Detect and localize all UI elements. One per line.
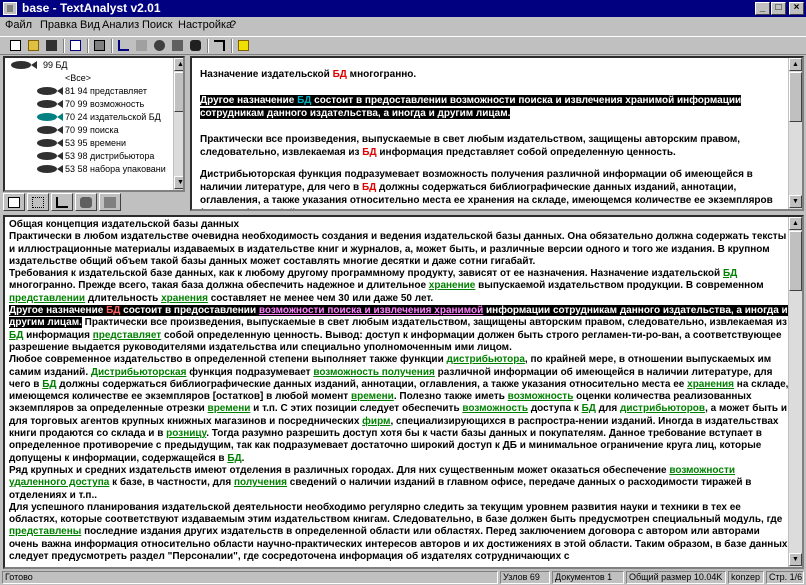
status-page: Стр. 1/6 [766,571,804,584]
scroll-down-button[interactable]: ▼ [789,553,802,566]
copy-icon[interactable] [68,38,83,53]
summary-paragraph: Практически все произведения, выпускаемы… [200,134,741,158]
tree-item-label: 70 99 возможность [65,99,145,109]
keyword-bd: БД [297,95,312,106]
fish-icon [37,152,63,160]
status-bar: Готово Узлов 69 Документов 1 Общий разме… [0,570,806,585]
scroll-up-button[interactable]: ▲ [789,58,802,71]
app-icon[interactable] [3,2,17,15]
toolbar-separator [111,39,113,53]
binoculars-icon [80,197,92,208]
menu-bar: Файл Правка Вид Анализ Поиск Настройка ? [0,17,806,36]
scroll-up-button[interactable]: ▲ [174,58,183,71]
tab-network[interactable] [27,193,49,211]
doc-paragraph: Для успешного планирования издательской … [9,501,788,563]
summary-vertical-scrollbar[interactable]: ▲ ▼ [788,58,802,209]
status-size: Общий размер 10.04K [626,571,726,584]
tree-item-label: 53 58 набора упаковани [65,164,166,174]
scroll-down-button[interactable]: ▼ [174,176,183,189]
doc-heading: Общая концепция издательской базы данных [9,219,240,230]
doc-paragraph: Практически в любом издательстве очевидн… [9,231,787,267]
analyze-icon[interactable] [170,38,185,53]
fish-icon [37,139,63,147]
tree-item-label: <Все> [65,73,92,83]
tree-item-label: 81 94 представляет [65,86,148,96]
document-text: Общая концепция издательской базы данных… [9,219,790,563]
keyword-bd: БД [332,69,347,80]
network-icon [32,197,44,208]
keyword-bd: БД [361,182,377,193]
new-icon[interactable] [8,38,23,53]
tree-item-label: 70 99 поиска [65,125,119,135]
summary-pane[interactable]: Назначение издательской БД многогранно. … [190,56,804,211]
close-button[interactable]: × [789,2,804,15]
tree-vertical-scrollbar[interactable]: ▲ ▼ [173,58,183,190]
minimize-button[interactable]: _ [755,2,770,15]
tab-docs[interactable] [3,193,25,211]
toolbar-separator [87,39,89,53]
menu-help[interactable]: ? [230,18,236,32]
tree-icon [56,197,68,208]
search-icon[interactable] [152,38,167,53]
tree-item-label: 70 24 издательской БД [65,112,161,122]
doc-paragraph: Другое назначение БД состоит в предостав… [9,305,788,353]
help-icon[interactable] [236,38,251,53]
fish-icon [37,87,63,95]
tree-item-label: 53 95 времени [65,138,127,148]
binoculars-icon[interactable] [188,38,203,53]
tree-root-label: 99 БД [43,60,68,70]
fish-icon [37,113,63,121]
menu-edit[interactable]: Правка [40,18,77,32]
summary-paragraph: Назначение издательской БД многогранно. [200,69,417,80]
document-text-pane[interactable]: Общая концепция издательской базы данных… [3,215,804,569]
tab-summary[interactable] [99,193,121,211]
semantic-tree-pane[interactable]: 99 БД <Все> 81 94 представляет 70 99 воз… [3,56,185,192]
summary-paragraph-selected: Другое назначение БД состоит в предостав… [200,95,742,119]
status-user: konzep [728,571,764,584]
scroll-thumb[interactable] [789,231,802,291]
keyword-bd: БД [362,147,377,158]
toolbar-separator [207,39,209,53]
fish-icon [11,61,37,69]
filter-icon[interactable] [134,38,149,53]
tree-icon[interactable] [116,38,131,53]
status-ready: Готово [2,571,498,584]
open-icon[interactable] [26,38,41,53]
menu-view[interactable]: Вид [80,18,100,32]
print-icon[interactable] [92,38,107,53]
main-window: base - TextAnalyst v2.01 _ □ × Файл Прав… [0,0,806,585]
menu-search[interactable]: Поиск [142,18,172,32]
document-vertical-scrollbar[interactable]: ▲ ▼ [788,217,802,567]
doc-paragraph: Требования к издательской базе данных, к… [9,268,764,304]
window-title: base - TextAnalyst v2.01 [22,1,161,15]
summary-paragraph: Дистрибьюторская функция подразумевает в… [200,169,773,209]
tab-tree[interactable] [51,193,73,211]
scroll-thumb[interactable] [174,72,183,112]
maximize-button[interactable]: □ [771,2,786,15]
title-bar[interactable]: base - TextAnalyst v2.01 _ □ × [0,0,806,17]
status-docs: Документов 1 [552,571,624,584]
doc-paragraph: Ряд крупных и средних издательств имеют … [9,464,752,501]
tab-search[interactable] [75,193,97,211]
menu-analysis[interactable]: Анализ [102,18,139,32]
arrow-icon[interactable] [212,38,227,53]
doc-paragraph: Любое современное издательство в определ… [9,354,789,464]
save-icon[interactable] [44,38,59,53]
tree-item-label: 53 98 дистрибьютора [65,151,155,161]
status-nodes: Узлов 69 [500,571,550,584]
fish-icon [37,100,63,108]
toolbar-separator [63,39,65,53]
summary-icon [104,197,116,208]
document-icon [8,197,20,208]
scroll-thumb[interactable] [789,72,802,122]
toolbar-separator [231,39,233,53]
fish-icon [37,165,63,173]
scroll-up-button[interactable]: ▲ [789,217,802,230]
menu-settings[interactable]: Настройка [178,18,232,32]
tree-tabs [3,193,185,211]
scroll-down-button[interactable]: ▼ [789,195,802,208]
fish-icon [37,126,63,134]
menu-file[interactable]: Файл [5,18,32,32]
toolbar [0,36,806,55]
